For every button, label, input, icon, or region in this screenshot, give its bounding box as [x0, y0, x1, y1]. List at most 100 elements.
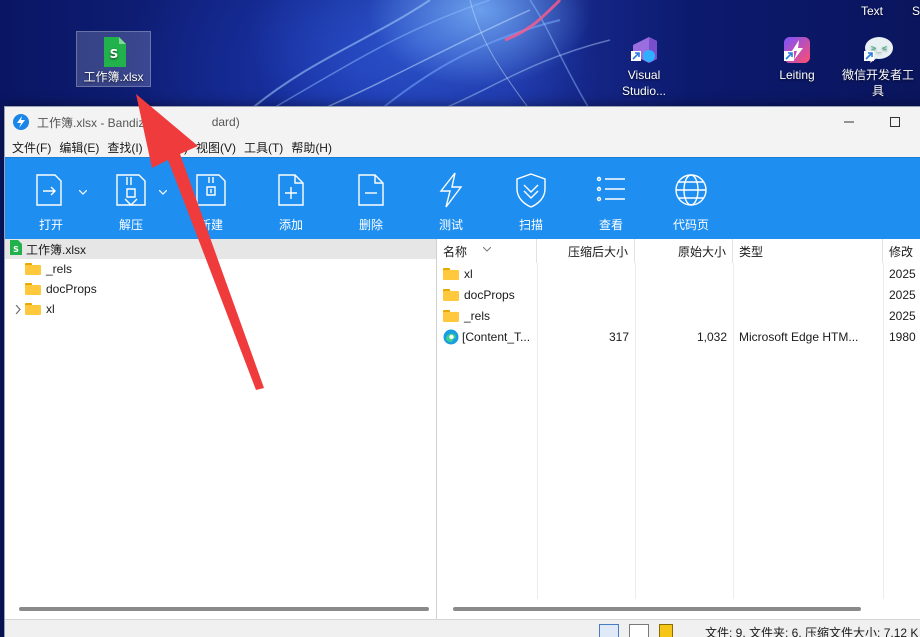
title-bar[interactable]: 工作簿.xlsx - Bandizip dard)	[5, 107, 920, 137]
add-file-icon	[271, 170, 311, 210]
view-list-icon	[591, 170, 631, 210]
column-modified[interactable]: 修改	[883, 239, 920, 263]
toolbar-label: 扫描	[518, 218, 543, 232]
toolbar-label: 查看	[598, 218, 623, 232]
list-item[interactable]: _rels 2025	[437, 305, 920, 326]
file-name: _rels	[464, 308, 491, 323]
toolbar-codepage-button[interactable]: 代码页	[651, 158, 731, 240]
desktop-icon-label-line2: 具	[871, 84, 884, 98]
list-horizontal-scrollbar[interactable]	[453, 607, 861, 611]
tree-item-xl[interactable]: xl	[5, 299, 436, 319]
toolbar-view-button[interactable]: 查看	[571, 158, 651, 240]
svg-text:S: S	[13, 245, 19, 254]
svg-text:S: S	[109, 47, 118, 61]
menu-tools[interactable]: 工具(T)	[243, 139, 290, 156]
menu-options[interactable]: 项(O)	[158, 139, 195, 156]
scan-shield-icon	[511, 170, 551, 210]
folder-icon	[25, 303, 41, 315]
toolbar-new-button[interactable]: 新建	[171, 158, 251, 240]
preview-view-icon[interactable]	[629, 624, 649, 637]
folder-icon	[443, 288, 459, 301]
extract-icon	[111, 170, 151, 210]
bandizip-app-icon	[13, 114, 29, 130]
status-text: 文件: 9, 文件夹: 6, 压缩文件大小: 7.12 K	[705, 626, 919, 637]
chevron-right-icon[interactable]	[11, 304, 25, 314]
bandizip-window: 工作簿.xlsx - Bandizip dard) 文件(F) 编辑(E) 查找…	[4, 106, 920, 637]
tree-item-label: docProps	[46, 282, 97, 296]
toolbar: 打开 解压 新建 添加 删除 测试 扫描 查看 代码页	[5, 157, 920, 239]
toolbar-label: 删除	[358, 218, 383, 232]
tree-item-label: _rels	[46, 262, 73, 276]
toolbar-delete-button[interactable]: 删除	[331, 158, 411, 240]
modified-date: 2025	[889, 266, 916, 281]
tree-item-rels[interactable]: _rels	[5, 259, 436, 279]
folder-icon	[443, 309, 459, 322]
menu-view[interactable]: 视图(V)	[195, 139, 243, 156]
menu-find[interactable]: 查找(I)	[106, 139, 149, 156]
status-bar: 文件: 9, 文件夹: 6, 压缩文件大小: 7.12 K	[5, 619, 920, 637]
tree-root-label: 工作簿.xlsx	[26, 242, 87, 257]
open-icon	[31, 170, 71, 210]
archive-info-icon[interactable]	[659, 624, 673, 637]
menu-file[interactable]: 文件(F)	[11, 139, 58, 156]
original-size: 1,032	[696, 329, 727, 344]
maximize-button[interactable]	[872, 107, 918, 137]
column-type[interactable]: 类型	[733, 239, 883, 263]
menu-help[interactable]: 帮助(H)	[290, 139, 339, 156]
file-name: xl	[464, 266, 473, 281]
new-archive-icon	[191, 170, 231, 210]
file-name: [Content_T...	[462, 329, 531, 344]
desktop-icon-xlsx[interactable]: S 工作簿.xlsx	[76, 31, 151, 87]
window-title: 工作簿.xlsx - Bandizip	[37, 115, 154, 130]
desktop-icon-label-line2: Studio...	[621, 84, 667, 98]
folder-tree: S 工作簿.xlsx _rels docProps xl	[5, 239, 437, 619]
toolbar-label: 添加	[278, 218, 303, 232]
column-original-size[interactable]: 原始大小	[635, 239, 733, 263]
visual-studio-icon	[627, 33, 661, 67]
desktop-icon-leiting[interactable]: Leiting	[770, 33, 824, 83]
toolbar-test-button[interactable]: 测试	[411, 158, 491, 240]
minimize-button[interactable]	[826, 107, 872, 137]
list-item[interactable]: xl 2025	[437, 263, 920, 284]
list-item[interactable]: docProps 2025	[437, 284, 920, 305]
folder-icon	[25, 263, 41, 275]
spreadsheet-file-icon: S	[9, 240, 22, 258]
desktop-icon-wechat-devtools[interactable]: >_< 微信开发者工 具	[836, 33, 920, 99]
desktop-icon-label-line1: 微信开发者工	[841, 68, 914, 82]
toolbar-extract-button[interactable]: 解压	[91, 158, 171, 240]
toolbar-add-button[interactable]: 添加	[251, 158, 331, 240]
file-type: Microsoft Edge HTM...	[739, 329, 859, 344]
delete-file-icon	[351, 170, 391, 210]
menu-edit[interactable]: 编辑(E)	[58, 139, 106, 156]
chevron-down-icon[interactable]	[158, 184, 168, 198]
column-compressed-size[interactable]: 压缩后大小	[537, 239, 635, 263]
edge-browser-icon	[443, 329, 459, 345]
toolbar-open-button[interactable]: 打开	[11, 158, 91, 240]
toolbar-label: 测试	[438, 218, 463, 232]
file-list: 名称 压缩后大小 原始大小 类型 修改 xl 2025 docProps 202…	[437, 239, 920, 619]
modified-date: 1980	[889, 329, 916, 344]
column-name[interactable]: 名称	[437, 239, 537, 263]
column-label: 修改	[889, 244, 914, 259]
spreadsheet-file-icon: S	[97, 35, 131, 69]
toolbar-label: 代码页	[672, 218, 709, 232]
toolbar-scan-button[interactable]: 扫描	[491, 158, 571, 240]
chevron-down-icon[interactable]	[78, 184, 88, 198]
tree-item-docprops[interactable]: docProps	[5, 279, 436, 299]
compressed-size: 317	[608, 329, 629, 344]
file-name: docProps	[464, 287, 515, 302]
desktop-icon-label-line1: Visual	[627, 68, 661, 82]
list-item[interactable]: [Content_T... 317 1,032 Microsoft Edge H…	[437, 326, 920, 347]
tree-root[interactable]: S 工作簿.xlsx	[5, 239, 436, 259]
desktop-icon-visual-studio[interactable]: Visual Studio...	[612, 33, 676, 99]
column-label: 原始大小	[677, 244, 726, 259]
tree-horizontal-scrollbar[interactable]	[19, 607, 429, 611]
desktop-icon-label: Leiting	[779, 68, 815, 82]
wallpaper-art	[249, 0, 611, 110]
file-list-header: 名称 压缩后大小 原始大小 类型 修改	[437, 239, 920, 263]
toolbar-label: 打开	[38, 218, 63, 232]
details-view-icon[interactable]	[599, 624, 619, 637]
column-label: 压缩后大小	[567, 244, 628, 259]
sort-chevron-icon	[482, 241, 492, 255]
modified-date: 2025	[889, 287, 916, 302]
